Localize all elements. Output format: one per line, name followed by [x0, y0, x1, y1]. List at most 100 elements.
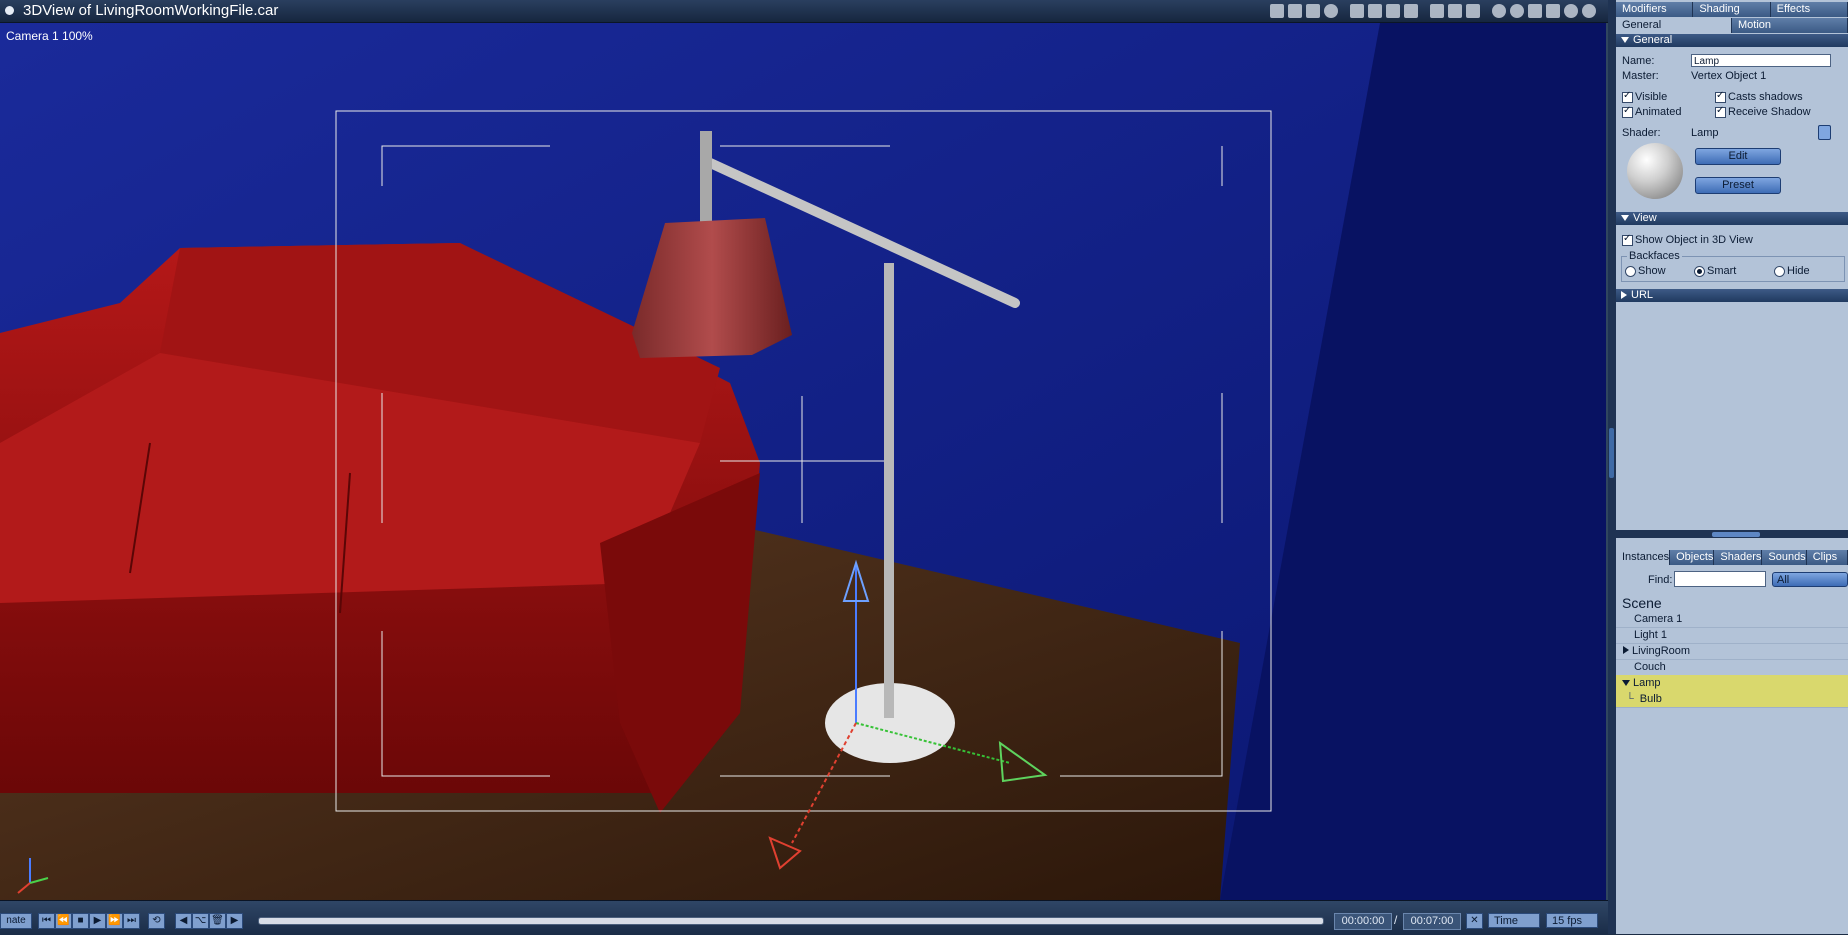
timeline-scrubber[interactable]	[258, 917, 1324, 925]
tree-item-livingroom[interactable]: LivingRoom	[1616, 643, 1848, 660]
tree-item-label: Bulb	[1639, 693, 1662, 705]
edit-button[interactable]: Edit	[1695, 148, 1781, 165]
go-to-start-icon[interactable]: ⏮	[38, 913, 55, 929]
fast-forward-icon[interactable]: ⏩	[106, 913, 123, 929]
scene-render	[0, 23, 1606, 900]
window-titlebar: 3DView of LivingRoomWorkingFile.car	[0, 0, 1608, 23]
splitter-grip[interactable]	[1609, 428, 1614, 478]
general-header-label: General	[1633, 34, 1673, 46]
key-icon[interactable]: ⌥	[192, 913, 209, 929]
tree-item-label: Couch	[1634, 661, 1666, 673]
loop-icon[interactable]: ⟲	[148, 913, 165, 929]
tree-item-label: Lamp	[1633, 677, 1661, 689]
tab-clips[interactable]: Clips	[1806, 550, 1848, 565]
shield-outline-icon[interactable]	[1466, 4, 1480, 18]
backfaces-show-radio[interactable]	[1625, 266, 1636, 277]
3d-viewport[interactable]: Camera 1 100%	[0, 23, 1608, 900]
light-tool-icon[interactable]	[1270, 4, 1284, 18]
tab-effects[interactable]: Effects	[1770, 2, 1848, 17]
rotate-tool-icon[interactable]	[1510, 4, 1524, 18]
tree-item-lamp[interactable]: Lamp	[1616, 675, 1848, 692]
shader-label: Shader:	[1622, 127, 1661, 139]
shader-preview-sphere	[1627, 143, 1683, 199]
preset-button[interactable]: Preset	[1695, 177, 1781, 194]
tab-shading[interactable]: Shading	[1693, 2, 1771, 17]
shader-dropdown-icon[interactable]	[1818, 125, 1831, 140]
receive-shadow-checkbox[interactable]	[1715, 105, 1726, 118]
window-title: 3DView of LivingRoomWorkingFile.car	[23, 2, 279, 19]
panel-divider[interactable]	[1616, 530, 1848, 538]
collapse-triangle-icon	[1621, 215, 1629, 222]
tab-modifiers[interactable]: Modifiers	[1616, 2, 1694, 17]
show-in-3d-checkbox[interactable]	[1622, 233, 1633, 246]
move-tool-icon[interactable]	[1492, 4, 1506, 18]
end-time-field[interactable]: 00:07:00	[1403, 913, 1461, 930]
general-section-header[interactable]: General	[1616, 34, 1848, 47]
target-tool-icon[interactable]	[1324, 4, 1338, 18]
view-section-header[interactable]: View	[1616, 212, 1848, 225]
cube-icon[interactable]	[1546, 4, 1560, 18]
camera-label: Camera 1 100%	[6, 29, 93, 43]
fps-select[interactable]: 15 fps	[1546, 913, 1598, 928]
current-time-field[interactable]: 00:00:00	[1334, 913, 1392, 930]
backfaces-hide-label: Hide	[1787, 265, 1810, 277]
tree-item-label: LivingRoom	[1632, 645, 1691, 657]
name-field[interactable]: Lamp	[1691, 54, 1831, 67]
tree-title: Scene	[1622, 595, 1662, 611]
url-section-header[interactable]: URL	[1616, 289, 1848, 302]
go-to-end-icon[interactable]: ⏭	[123, 913, 140, 929]
timeline-bar: nate ⏮ ⏪ ■ ▶ ⏩ ⏭ ⟲ ◀ ⌥ 🗑 ▶ 00:00:00 / 00…	[0, 900, 1608, 935]
shield-hatched-icon[interactable]	[1448, 4, 1462, 18]
triple-view-icon[interactable]	[1386, 4, 1400, 18]
smooth-shade-icon[interactable]	[1564, 4, 1578, 18]
bicycle-tool-icon[interactable]	[1306, 4, 1320, 18]
backfaces-show-label: Show	[1638, 265, 1666, 277]
animate-button[interactable]: nate	[0, 913, 32, 929]
shield-icon[interactable]	[1430, 4, 1444, 18]
collapse-triangle-icon	[1621, 37, 1629, 44]
filter-select[interactable]: All	[1772, 572, 1848, 587]
find-input[interactable]	[1674, 571, 1766, 587]
camera-tool-icon[interactable]	[1288, 4, 1302, 18]
tab-motion[interactable]: Motion	[1732, 18, 1848, 33]
tree-item-light-1[interactable]: Light 1	[1616, 627, 1848, 644]
url-header-label: URL	[1631, 289, 1654, 301]
rewind-icon[interactable]: ⏪	[55, 913, 72, 929]
visible-checkbox[interactable]	[1622, 90, 1633, 103]
bounding-box-icon[interactable]	[1528, 4, 1542, 18]
casts-shadows-label: Casts shadows	[1728, 91, 1803, 103]
expand-triangle-icon[interactable]	[1623, 646, 1629, 654]
next-key-icon[interactable]: ▶	[226, 913, 243, 929]
tree-item-couch[interactable]: Couch	[1616, 659, 1848, 676]
time-separator: /	[1394, 913, 1398, 927]
single-view-icon[interactable]	[1350, 4, 1364, 18]
view-toolbar	[1270, 2, 1596, 20]
casts-shadows-checkbox[interactable]	[1715, 90, 1726, 103]
animated-label: Animated	[1635, 106, 1682, 118]
delete-key-icon[interactable]: 🗑	[209, 913, 226, 929]
divider-grip[interactable]	[1712, 532, 1760, 537]
sub-tabs: General Motion	[1616, 18, 1848, 33]
time-mode-select[interactable]: Time	[1488, 913, 1540, 928]
tab-objects[interactable]: Objects	[1670, 550, 1715, 565]
animated-checkbox[interactable]	[1622, 105, 1633, 118]
prev-key-icon[interactable]: ◀	[175, 913, 192, 929]
window-menu-button[interactable]	[5, 6, 14, 15]
split-view-icon[interactable]	[1368, 4, 1382, 18]
play-icon[interactable]: ▶	[89, 913, 106, 929]
tab-shaders[interactable]: Shaders	[1714, 550, 1763, 565]
backfaces-smart-radio[interactable]	[1694, 266, 1705, 277]
crossed-box-icon[interactable]: ✕	[1466, 913, 1483, 929]
stop-icon[interactable]: ■	[72, 913, 89, 929]
expand-triangle-icon	[1621, 291, 1627, 300]
top-tabs: Modifiers Shading Effects	[1616, 2, 1848, 17]
backfaces-hide-radio[interactable]	[1774, 266, 1785, 277]
tree-item-bulb[interactable]: └ Bulb	[1616, 691, 1848, 708]
tab-sounds[interactable]: Sounds	[1762, 550, 1807, 565]
quad-view-icon[interactable]	[1404, 4, 1418, 18]
render-sphere-icon[interactable]	[1582, 4, 1596, 18]
tab-general[interactable]: General	[1616, 18, 1732, 33]
collapse-triangle-icon[interactable]	[1622, 680, 1630, 686]
tab-instances[interactable]: Instances	[1616, 550, 1671, 565]
tree-item-camera-1[interactable]: Camera 1	[1616, 611, 1848, 628]
